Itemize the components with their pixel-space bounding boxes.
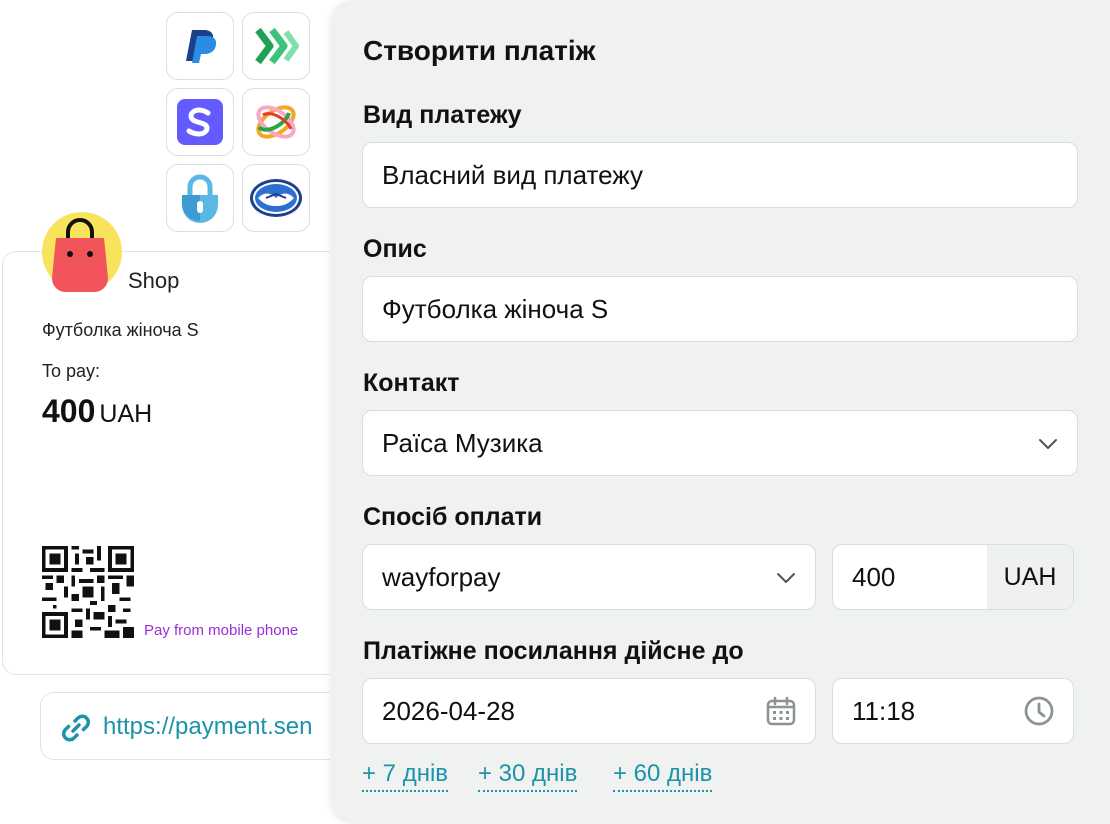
lock-icon: [182, 174, 218, 223]
date-input[interactable]: 2026-04-28: [362, 678, 816, 744]
amount-currency-suffix: UAH: [987, 545, 1073, 609]
qr-code-icon[interactable]: [42, 546, 134, 638]
paypal-icon: [186, 30, 217, 63]
amount-value: 400: [42, 393, 96, 429]
amount-total: 400 UAH: [42, 393, 152, 430]
green-arrows-icon: [255, 27, 299, 65]
quick-add-7-days[interactable]: + 7 днів: [362, 760, 449, 792]
payment-type-input[interactable]: Власний вид платежу: [362, 142, 1078, 208]
contact-select[interactable]: Раїса Музика: [362, 410, 1078, 476]
ring-logo-icon: [256, 105, 296, 139]
clock-icon[interactable]: [1023, 695, 1055, 727]
link-icon: [62, 714, 90, 742]
pay-mobile-label: Pay from mobile phone: [144, 622, 299, 639]
provider-tile-arrows[interactable]: [242, 12, 310, 80]
contact-label: Контакт: [363, 369, 460, 397]
valid-until-label: Платіжне посилання дійсне до: [363, 637, 744, 665]
payment-link-text[interactable]: https://payment.sen: [103, 713, 312, 741]
payment-type-label: Вид платежу: [363, 101, 522, 129]
payment-link-box[interactable]: https://payment.sen: [40, 692, 360, 760]
payment-method-value: wayforpay: [382, 561, 501, 592]
chevron-down-icon: [777, 573, 795, 583]
provider-tile-handshake[interactable]: [242, 164, 310, 232]
shop-name: Shop: [128, 268, 180, 293]
panel-title: Створити платіж: [363, 35, 596, 66]
shop-bag-icon: [42, 212, 122, 292]
payment-method-label: Спосіб оплати: [363, 503, 543, 531]
to-pay-label: To pay:: [42, 361, 101, 381]
chevron-down-icon: [1039, 439, 1057, 449]
amount-input-value: 400: [852, 561, 896, 592]
amount-currency: UAH: [99, 400, 153, 428]
product-name: Футболка жіноча S: [42, 320, 199, 340]
description-label: Опис: [363, 235, 427, 263]
description-input[interactable]: Футболка жіноча S: [362, 276, 1078, 342]
calendar-icon[interactable]: [765, 695, 797, 727]
time-value: 11:18: [852, 695, 916, 726]
stripe-s-icon: [177, 99, 223, 145]
description-value: Футболка жіноча S: [382, 293, 609, 324]
payment-method-select[interactable]: wayforpay: [362, 544, 816, 610]
quick-add-60-days[interactable]: + 60 днів: [613, 760, 713, 792]
provider-tile-lock[interactable]: [166, 164, 234, 232]
contact-value: Раїса Музика: [382, 427, 543, 458]
time-input[interactable]: 11:18: [832, 678, 1074, 744]
provider-tile-ring[interactable]: [242, 88, 310, 156]
handshake-icon: [250, 179, 302, 217]
payment-type-value: Власний вид платежу: [382, 159, 643, 190]
date-value: 2026-04-28: [382, 695, 515, 726]
amount-input[interactable]: 400 UAH: [832, 544, 1074, 610]
quick-add-30-days[interactable]: + 30 днів: [478, 760, 578, 792]
provider-tile-paypal[interactable]: [166, 12, 234, 80]
provider-tile-stripe[interactable]: [166, 88, 234, 156]
